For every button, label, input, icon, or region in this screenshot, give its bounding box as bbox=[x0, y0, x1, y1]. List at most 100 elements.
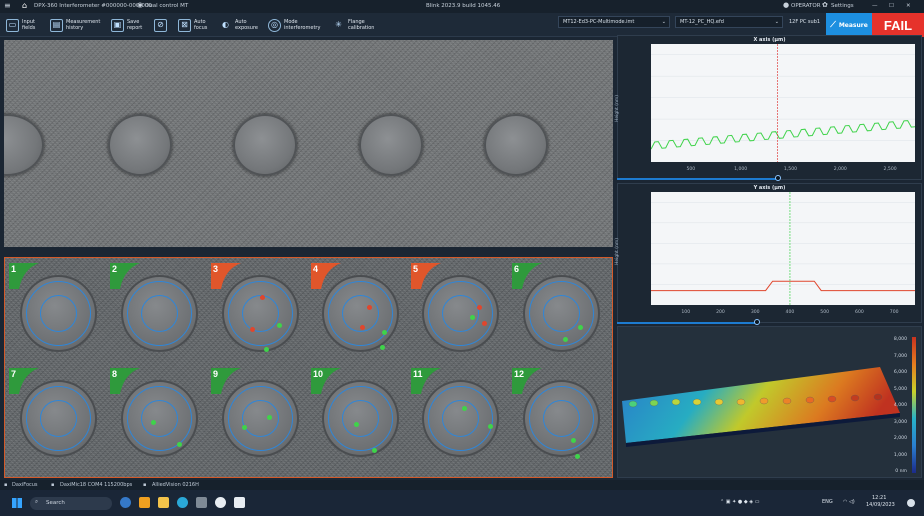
measure-icon: ⟋ bbox=[830, 20, 836, 29]
defect-marker bbox=[382, 330, 387, 335]
defect-marker bbox=[380, 345, 385, 350]
defect-marker bbox=[578, 325, 583, 330]
defect-marker bbox=[264, 347, 269, 352]
windows-start-icon[interactable] bbox=[12, 498, 22, 508]
y-slider-handle[interactable] bbox=[754, 319, 760, 325]
app-icon[interactable] bbox=[139, 497, 150, 508]
clock-time[interactable]: 12:21 bbox=[872, 495, 886, 501]
core-ring bbox=[442, 295, 479, 332]
defect-marker bbox=[571, 438, 576, 443]
folder-icon[interactable] bbox=[158, 497, 169, 508]
defect-marker bbox=[488, 424, 493, 429]
fiber-number: 10 bbox=[313, 369, 324, 379]
auto-focus-alt-button[interactable]: ⊠ Auto focus bbox=[178, 15, 207, 35]
app-icon[interactable] bbox=[196, 497, 207, 508]
flange-calibration-button[interactable]: ✳ Flange calibration bbox=[332, 15, 374, 35]
defect-marker bbox=[277, 323, 282, 328]
title-bar: ≡ ⌂ DPX-360 Interferometer #000000-000-0… bbox=[0, 0, 924, 13]
exposure-icon: ◐ bbox=[222, 20, 229, 29]
tray-icons[interactable]: ⌃ ▣ ✦ ● ◆ ◈ ▭ bbox=[720, 499, 759, 505]
gear-icon[interactable]: ✿ bbox=[822, 1, 828, 9]
build-info: Blink 2023.9 build 1045.46 bbox=[426, 3, 501, 9]
app-icon[interactable] bbox=[215, 497, 226, 508]
3d-surface-view[interactable]: 8,000 7,000 6,000 5,000 4,000 3,000 2,000 1,000… bbox=[617, 326, 922, 478]
colorbar-tick-label: 0 nm bbox=[895, 469, 907, 474]
x-tick-label: 2,500 bbox=[884, 166, 897, 172]
plot-area bbox=[651, 192, 915, 305]
fiber-label: 12F PC sub1 bbox=[789, 19, 821, 25]
colorbar-tick-label: 3,000 bbox=[893, 419, 907, 425]
core-ring bbox=[242, 400, 279, 437]
defect-marker bbox=[367, 305, 372, 310]
fiber-number: 1 bbox=[11, 264, 17, 274]
user-label[interactable]: OPERATOR bbox=[791, 3, 821, 9]
defect-marker bbox=[563, 337, 568, 342]
colorbar-tick-label: 4,000 bbox=[893, 403, 907, 408]
y-profile-chart[interactable]: Y axis (µm) Height (nm) 25,00020,00015,0… bbox=[615, 183, 922, 323]
app-icon[interactable] bbox=[120, 497, 131, 508]
maximize-icon[interactable]: ☐ bbox=[889, 3, 894, 9]
x-chart-ylabel: Height (nm) bbox=[615, 94, 621, 123]
x-slider-handle[interactable] bbox=[775, 175, 781, 181]
defect-marker bbox=[354, 422, 359, 427]
history-icon: ▤ bbox=[50, 18, 63, 32]
core-ring bbox=[141, 295, 178, 332]
x-tick-label: 500 bbox=[820, 309, 829, 315]
auto-focus-button[interactable]: ⊘ bbox=[154, 15, 167, 35]
colorbar-tick-label: 7,000 bbox=[893, 353, 907, 359]
fiber-inspection-grid[interactable]: 1 2 3 4 5 6 7 8 9 10 11 12 bbox=[4, 257, 613, 478]
mode-interferometry-button[interactable]: ◎ Mode interferometry bbox=[268, 15, 320, 35]
app-icon[interactable] bbox=[234, 497, 245, 508]
menu-icon[interactable]: ≡ bbox=[4, 1, 11, 10]
fiber-number: 11 bbox=[413, 369, 423, 379]
auto-focus-icon: ⊠ bbox=[178, 18, 191, 32]
fiber-number: 5 bbox=[413, 264, 419, 274]
camera-overview[interactable] bbox=[4, 40, 613, 247]
colorbar-tick-label: 8,000 bbox=[893, 337, 907, 342]
y-slider-track[interactable] bbox=[617, 322, 757, 324]
fiber-endface bbox=[359, 114, 423, 176]
defect-marker bbox=[177, 442, 182, 447]
close-icon[interactable]: ✕ bbox=[906, 3, 911, 9]
y-chart-ylabel: Height (nm) bbox=[615, 237, 621, 266]
x-tick-label: 100 bbox=[681, 309, 690, 315]
x-tick-label: 1,000 bbox=[734, 166, 747, 172]
core-ring bbox=[442, 400, 479, 437]
result-badge: FAIL bbox=[872, 13, 924, 37]
input-fields-button[interactable]: ▭ Input fields bbox=[6, 15, 35, 35]
x-tick-label: 300 bbox=[751, 309, 760, 315]
input-fields-icon: ▭ bbox=[6, 18, 19, 32]
colorbar-tick-label: 5,000 bbox=[893, 386, 907, 392]
fiber-number: 2 bbox=[112, 264, 118, 274]
x-chart-title: X axis (µm) bbox=[753, 37, 786, 43]
settings-label[interactable]: Settings bbox=[831, 3, 854, 9]
x-slider-track[interactable] bbox=[617, 178, 779, 180]
defect-marker bbox=[360, 325, 365, 330]
x-profile-chart[interactable]: X axis (µm) Height (nm) 25,00020,00015,0… bbox=[615, 35, 922, 180]
defect-marker bbox=[151, 420, 156, 425]
minimize-icon[interactable]: — bbox=[872, 3, 878, 9]
motor-status-icon: ▪ bbox=[51, 482, 55, 488]
auto-exposure-button[interactable]: ◐ Auto exposure bbox=[219, 15, 258, 35]
notification-icon[interactable] bbox=[907, 499, 915, 507]
clock-date[interactable]: 14/09/2023 bbox=[866, 502, 895, 508]
home-icon[interactable]: ⌂ bbox=[22, 1, 27, 10]
network-volume-icons[interactable]: ◠ ◁) bbox=[843, 499, 855, 505]
colorbar-tick-label: 6,000 bbox=[893, 370, 907, 375]
limits-select[interactable]: MT-12_PC_HQ.efd ⌄ bbox=[675, 16, 783, 28]
measurement-history-button[interactable]: ▤ Measurement history bbox=[50, 15, 100, 35]
fiber-number: 7 bbox=[11, 369, 17, 379]
recipe-select[interactable]: MT12-Ed3-PC-Multimode.imt ⌄ bbox=[558, 16, 670, 28]
edge-icon[interactable] bbox=[177, 497, 188, 508]
measure-button[interactable]: ⟋ Measure bbox=[826, 13, 872, 37]
core-ring bbox=[40, 295, 77, 332]
save-report-button[interactable]: ▣ Save report bbox=[111, 15, 142, 35]
chevron-down-icon: ⌄ bbox=[774, 19, 779, 25]
x-tick-label: 200 bbox=[716, 309, 725, 315]
search-box[interactable]: ⌕ Search bbox=[30, 497, 112, 510]
interferometry-icon: ◎ bbox=[268, 18, 281, 32]
language-indicator[interactable]: ENG bbox=[822, 499, 833, 505]
mode-icon: ◉ bbox=[137, 1, 144, 9]
defect-marker bbox=[250, 327, 255, 332]
fiber-number: 4 bbox=[313, 264, 319, 274]
